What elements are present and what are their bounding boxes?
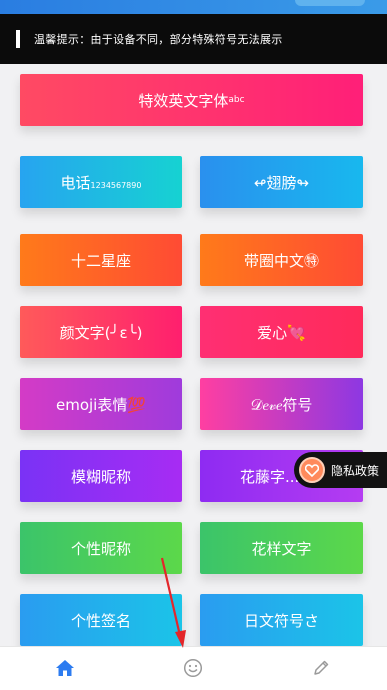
japanese-symbol-button[interactable]: 日文符号さ	[200, 594, 363, 646]
wings-button[interactable]: ↫翅膀↬	[200, 156, 363, 208]
zodiac-button[interactable]: 十二星座	[20, 234, 182, 286]
love-symbol-label: 𝒟𝑒𝓋𝑒符号	[250, 395, 313, 414]
personal-nickname-label: 个性昵称	[70, 539, 131, 558]
notice-marker	[16, 30, 20, 48]
special-english-font-label: 特效英文字体	[138, 91, 229, 110]
tab-home[interactable]	[52, 655, 78, 681]
circled-chinese-label: 带圈中文㊕	[243, 251, 319, 270]
kaomoji-button[interactable]: 颜文字(╯ε╰)	[20, 306, 182, 358]
special-english-font-button[interactable]: 特效英文字体 abc	[20, 74, 363, 126]
privacy-policy-label: 隐私政策	[331, 463, 380, 478]
blur-nickname-button[interactable]: 模糊昵称	[20, 450, 182, 502]
fancy-text-label: 花样文字	[251, 539, 312, 558]
circled-chinese-button[interactable]: 带圈中文㊕	[200, 234, 363, 286]
zodiac-label: 十二星座	[70, 251, 131, 270]
home-icon	[56, 660, 74, 676]
pen-icon	[314, 660, 329, 675]
privacy-policy-button[interactable]: 隐私政策	[294, 452, 387, 488]
love-symbol-button[interactable]: 𝒟𝑒𝓋𝑒符号	[200, 378, 363, 430]
tab-emoji[interactable]	[180, 655, 206, 681]
kaomoji-label: 颜文字(╯ε╰)	[59, 323, 143, 342]
phone-label: 电话	[60, 173, 91, 192]
heart-label: 爱心💘	[257, 323, 306, 342]
vine-text-label: 花藤字...	[240, 467, 300, 486]
fancy-text-button[interactable]: 花样文字	[200, 522, 363, 574]
notice-banner: 温馨提示：由于设备不同，部分特殊符号无法展示	[0, 14, 387, 64]
signature-button[interactable]: 个性签名	[20, 594, 182, 646]
personal-nickname-button[interactable]: 个性昵称	[20, 522, 182, 574]
japanese-symbol-label: 日文符号さ	[243, 611, 319, 630]
smiley-icon	[183, 658, 203, 678]
emoji-label: emoji表情💯	[55, 395, 147, 414]
bottom-tab-bar	[0, 646, 387, 690]
tab-edit[interactable]	[308, 655, 334, 681]
status-pill	[295, 0, 365, 6]
phone-sub: 1234567890	[90, 180, 142, 190]
heart-icon	[299, 457, 325, 483]
phone-font-button[interactable]: 电话 1234567890	[20, 156, 182, 208]
emoji-button[interactable]: emoji表情💯	[20, 378, 182, 430]
status-bar	[0, 0, 387, 14]
special-english-font-sup: abc	[228, 95, 245, 105]
blur-nickname-label: 模糊昵称	[70, 467, 131, 486]
signature-label: 个性签名	[70, 611, 131, 630]
wings-label: ↫翅膀↬	[253, 173, 310, 192]
notice-text: 温馨提示：由于设备不同，部分特殊符号无法展示	[34, 33, 283, 46]
heart-button[interactable]: 爱心💘	[200, 306, 363, 358]
